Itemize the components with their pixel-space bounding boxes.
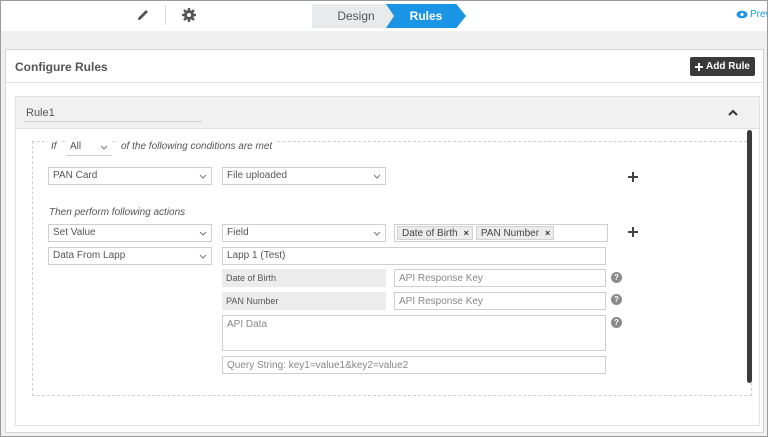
step-rules[interactable]: Rules xyxy=(386,4,466,28)
help-icon[interactable]: ? xyxy=(611,272,622,283)
actions-label: Then perform following actions xyxy=(46,207,189,218)
chevron-down-icon xyxy=(373,174,381,179)
chevron-up-icon[interactable] xyxy=(727,107,739,119)
condition-operator-select[interactable]: File uploaded xyxy=(222,167,386,185)
plus-icon xyxy=(695,62,704,71)
tag-label: Date of Birth xyxy=(402,227,458,239)
condition-field-value: PAN Card xyxy=(53,170,98,181)
card-header: Configure Rules Add Rule xyxy=(6,50,763,83)
preview-link[interactable]: Prev xyxy=(736,9,768,20)
add-action-icon[interactable] xyxy=(628,227,638,237)
lapp-field[interactable]: Lapp 1 (Test) xyxy=(222,247,606,265)
scrollbar[interactable] xyxy=(747,130,752,383)
query-string-input[interactable] xyxy=(222,356,606,374)
add-condition-icon[interactable] xyxy=(628,172,638,182)
api-data-textarea[interactable] xyxy=(222,315,606,351)
chevron-down-icon xyxy=(373,231,381,236)
chevron-down-icon xyxy=(199,231,207,236)
add-rule-label: Add Rule xyxy=(706,61,750,72)
match-select-value: All xyxy=(70,140,82,152)
rule-header xyxy=(16,97,759,129)
help-icon[interactable]: ? xyxy=(611,294,622,305)
rule-name-input[interactable] xyxy=(24,104,202,122)
tag-pan-number: PAN Number × xyxy=(475,226,555,240)
step-design[interactable]: Design xyxy=(312,4,400,28)
api-response-key-input[interactable] xyxy=(394,292,606,310)
pencil-icon[interactable] xyxy=(135,7,151,23)
gear-icon[interactable] xyxy=(181,7,197,23)
toolbar-divider xyxy=(165,5,166,25)
page-title: Configure Rules xyxy=(15,60,108,74)
help-icon[interactable]: ? xyxy=(611,317,622,328)
top-toolbar: Design Rules Prev xyxy=(1,1,768,31)
data-source-value: Data From Lapp xyxy=(53,250,126,261)
eye-icon xyxy=(736,10,748,19)
action-target-select[interactable]: Field xyxy=(222,224,386,242)
tag-date-of-birth: Date of Birth × xyxy=(397,226,473,240)
mapping-label-pan-number: PAN Number xyxy=(222,292,386,310)
chevron-down-icon xyxy=(199,254,207,259)
if-label: If xyxy=(48,141,60,152)
action-type-value: Set Value xyxy=(53,227,96,238)
preview-label: Prev xyxy=(750,9,768,20)
condition-operator-value: File uploaded xyxy=(227,170,288,181)
remove-tag-icon[interactable]: × xyxy=(464,228,469,238)
api-response-key-input[interactable] xyxy=(394,269,606,287)
data-source-select[interactable]: Data From Lapp xyxy=(48,247,212,265)
tag-label: PAN Number xyxy=(480,227,540,239)
match-select[interactable]: All xyxy=(66,138,112,156)
conditions-label: of the following conditions are met xyxy=(118,141,276,152)
chevron-down-icon xyxy=(199,174,207,179)
mapping-label-date-of-birth: Date of Birth xyxy=(222,269,386,287)
chevron-down-icon xyxy=(100,145,108,150)
field-tags-input[interactable]: Date of Birth × PAN Number × xyxy=(394,224,608,242)
add-rule-button[interactable]: Add Rule xyxy=(690,57,755,76)
condition-field-select[interactable]: PAN Card xyxy=(48,167,212,185)
remove-tag-icon[interactable]: × xyxy=(545,228,550,238)
action-type-select[interactable]: Set Value xyxy=(48,224,212,242)
action-target-value: Field xyxy=(227,227,249,238)
